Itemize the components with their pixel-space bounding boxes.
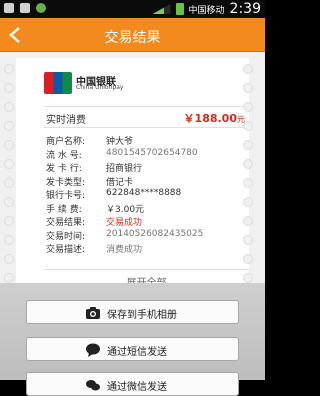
- perforation-dot: [243, 140, 253, 150]
- detail-key: 流 水 号:: [46, 150, 82, 161]
- detail-key: 商户名称:: [46, 137, 86, 147]
- detail-value: 622848****8888: [106, 188, 182, 198]
- clock: 2:39: [229, 1, 261, 17]
- perforation-dot: [243, 273, 253, 283]
- send-by-sms-label: 通过短信发送: [107, 347, 167, 358]
- perforation-dot: [243, 178, 253, 188]
- detail-row: 发卡类型: 借记卡: [46, 175, 251, 189]
- send-by-wechat-button[interactable]: 通过微信发送: [26, 372, 239, 396]
- perforation-dot: [4, 254, 14, 264]
- detail-row: 手 续 费: ￥3.00元: [46, 202, 251, 216]
- detail-key: 交易时间:: [46, 231, 86, 242]
- wifi-icon: [36, 3, 46, 13]
- detail-value: 交易成功: [106, 218, 143, 228]
- perforation-dot: [4, 121, 14, 131]
- status-right: 中国移动 2:39: [152, 1, 261, 17]
- detail-key: 交易结果:: [46, 218, 86, 228]
- detail-key: 银行卡号:: [46, 191, 86, 201]
- realtime-label: 实时消费: [46, 115, 86, 126]
- camera-icon: [86, 307, 100, 319]
- detail-list: 商户名称: 钟大爷 流 水 号: 480154570265478​0 发 卡 行…: [46, 134, 251, 256]
- carrier-label: 中国移动: [188, 5, 225, 16]
- battery-icon: [175, 3, 184, 15]
- title-bar: 交易结果: [0, 18, 265, 52]
- perforation-dot: [243, 159, 253, 169]
- action-sheet: [0, 283, 265, 380]
- status-left: [4, 3, 46, 13]
- page-title: 交易结果: [104, 30, 161, 46]
- amount-row: 实时消费 ￥188.00元: [44, 106, 249, 128]
- perforation-dot: [243, 254, 253, 264]
- detail-row: 银行卡号: 622848****8888: [46, 188, 251, 202]
- perforation-dot: [4, 197, 14, 207]
- save-to-album-label: 保存到手机相册: [107, 310, 177, 321]
- save-to-album-button[interactable]: 保存到手机相册: [26, 300, 239, 324]
- detail-value: 借记卡: [106, 177, 134, 188]
- notification-icon: [20, 3, 30, 13]
- perforation-dot: [4, 273, 14, 283]
- perforation-dot: [4, 64, 14, 74]
- detail-value: 消费成功: [106, 245, 143, 255]
- perforation-dot: [243, 83, 253, 93]
- unionpay-logo-mark: [44, 72, 72, 94]
- send-by-wechat-label: 通过微信发送: [107, 382, 167, 393]
- detail-row: 商户名称: 钟大爷: [46, 134, 251, 148]
- detail-value: 招商银行: [106, 164, 143, 174]
- detail-key: 发卡类型:: [46, 177, 86, 188]
- perforation-dot: [243, 102, 253, 112]
- amount-number: ￥188.00: [183, 112, 237, 125]
- detail-row: 流 水 号: 480154570265478​0: [46, 148, 251, 162]
- unionpay-logo: 中国银联 China Unionpay: [44, 72, 134, 94]
- send-by-sms-button[interactable]: 通过短信发送: [26, 337, 239, 361]
- detail-value: 20140526082435025: [106, 228, 204, 239]
- perforation-dot: [243, 216, 253, 226]
- detail-value: ￥3.00元: [106, 204, 145, 215]
- detail-key: 交易描述:: [46, 245, 86, 255]
- detail-row: 发 卡 行: 招商银行: [46, 161, 251, 175]
- perforation-dot: [4, 83, 14, 93]
- usb-icon: [4, 3, 14, 13]
- perforation-dot: [243, 64, 253, 74]
- perforation-dot: [243, 121, 253, 131]
- unionpay-logo-en: China Unionpay: [76, 84, 124, 91]
- detail-row: 交易结果: 交易成功: [46, 215, 251, 229]
- signal-icon: [152, 4, 171, 14]
- perforation-dot: [243, 235, 253, 245]
- status-bar: 中国移动 2:39: [0, 0, 265, 18]
- detail-row: 交易描述: 消费成功: [46, 242, 251, 256]
- detail-row: 交易时间: 20140526082435025: [46, 229, 251, 243]
- perforation-dot: [4, 178, 14, 188]
- perforation-dot: [4, 235, 14, 245]
- perforation-dot: [4, 102, 14, 112]
- wechat-icon: [86, 380, 100, 391]
- amount-value: ￥188.00元: [184, 110, 245, 126]
- perforation-dot: [4, 216, 14, 226]
- detail-value: 钟大爷: [106, 137, 134, 147]
- detail-key: 手 续 费:: [46, 204, 82, 215]
- perforation-dot: [4, 159, 14, 169]
- detail-value: 480154570265478​0: [106, 147, 198, 158]
- perforation-dot: [4, 140, 14, 150]
- perforation-dot: [243, 197, 253, 207]
- message-bubble-icon: [86, 343, 100, 357]
- detail-key: 发 卡 行:: [46, 164, 82, 174]
